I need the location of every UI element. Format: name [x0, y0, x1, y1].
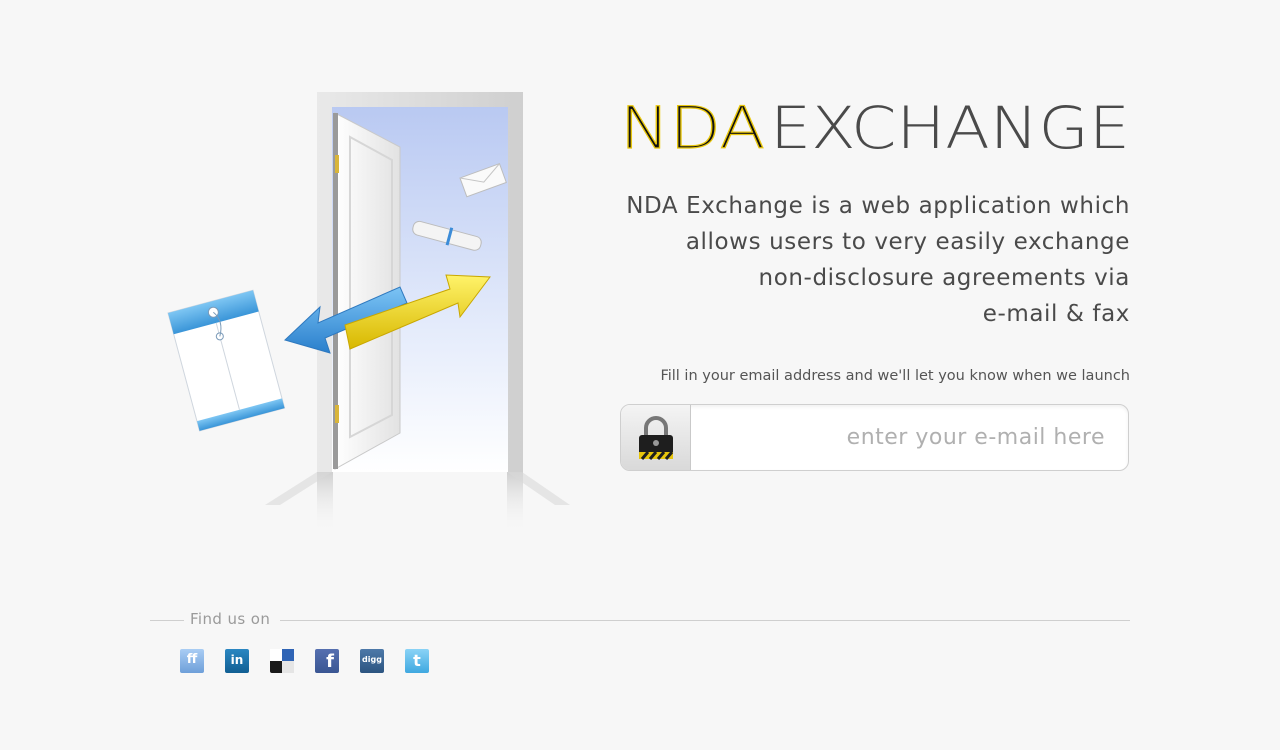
- svg-text:EXCHANGE: EXCHANGE: [770, 98, 1130, 156]
- find-us-label: Find us on: [190, 610, 271, 628]
- lock-icon: [621, 405, 691, 470]
- linkedin-icon[interactable]: in: [225, 649, 249, 673]
- divider: [280, 620, 1130, 621]
- digg-icon[interactable]: digg: [360, 649, 384, 673]
- divider: [150, 620, 184, 621]
- logo: NDA EXCHANGE: [619, 93, 1132, 162]
- envelope-icon: [167, 289, 286, 432]
- delicious-icon[interactable]: [270, 649, 294, 673]
- facebook-icon[interactable]: f: [315, 649, 339, 673]
- social-links: ff in f digg t: [180, 649, 429, 673]
- svg-text:NDA: NDA: [620, 98, 765, 156]
- tagline-line: NDA Exchange is a web application which: [626, 193, 1130, 219]
- find-us-section: Find us on: [150, 608, 1130, 632]
- hero-illustration: [167, 92, 570, 532]
- tagline-line: e-mail & fax: [982, 301, 1130, 327]
- tagline-line: allows users to very easily exchange: [685, 229, 1130, 255]
- signup-prompt: Fill in your email address and we'll let…: [660, 368, 1130, 384]
- friendfeed-icon[interactable]: ff: [180, 649, 204, 673]
- logo-exchange: EXCHANGE: [770, 98, 1130, 156]
- tagline-line: non-disclosure agreements via: [758, 265, 1130, 291]
- email-signup-box: [620, 404, 1129, 471]
- logo-nda: NDA: [620, 98, 765, 156]
- twitter-icon[interactable]: t: [405, 649, 429, 673]
- email-input[interactable]: [693, 405, 1117, 470]
- tagline: NDA Exchange is a web application which …: [560, 188, 1130, 332]
